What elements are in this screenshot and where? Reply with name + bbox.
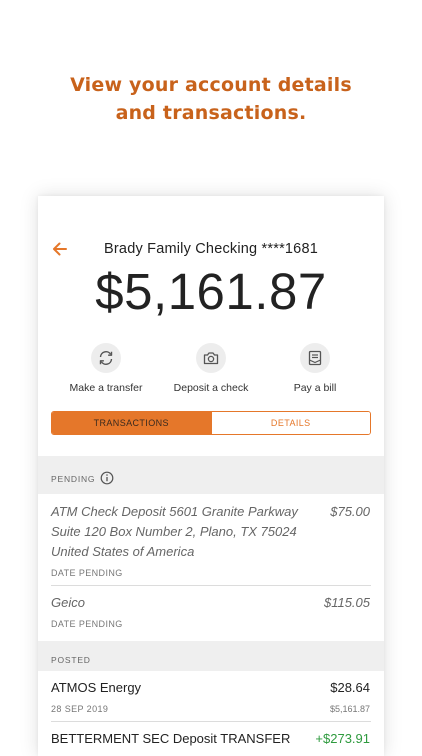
description-line: Geico (51, 595, 85, 610)
pay-bill-label: Pay a bill (293, 382, 337, 394)
promo-line-2: and transactions. (115, 102, 307, 124)
transaction-description: BETTERMENT SEC Deposit TRANSFER (51, 731, 291, 746)
transaction-row[interactable]: ATMOS Energy $28.64 28 SEP 2019 $5,161.8… (51, 678, 370, 714)
transaction-description: ATMOS Energy (51, 680, 142, 695)
transaction-description: ATM Check Deposit 5601 Granite Parkway S… (51, 502, 313, 562)
view-toggle: TRANSACTIONS DETAILS (51, 411, 371, 435)
transfer-circle (91, 343, 121, 373)
pay-bill-circle (300, 343, 330, 373)
tab-details[interactable]: DETAILS (210, 412, 370, 434)
account-screen: Brady Family Checking ****1681 $5,161.87… (38, 196, 384, 756)
posted-section-header: POSTED (38, 641, 384, 671)
posted-header-label: POSTED (51, 655, 91, 665)
transaction-date: 28 SEP 2019 (51, 704, 109, 714)
deposit-check-button[interactable]: Deposit a check (153, 343, 269, 394)
make-transfer-label: Make a transfer (69, 382, 143, 394)
row-divider (51, 585, 371, 586)
transaction-status: DATE PENDING (51, 568, 123, 578)
camera-icon (203, 352, 219, 365)
account-balance: $5,161.87 (95, 263, 327, 320)
transaction-row[interactable]: BETTERMENT SEC Deposit TRANSFER +$273.91 (51, 729, 370, 749)
promo-headline: View your account details and transactio… (0, 71, 422, 127)
description-line: United States of America (51, 544, 195, 559)
promo-line-1: View your account details (70, 74, 352, 96)
transaction-amount: $28.64 (330, 680, 370, 695)
row-divider (51, 721, 371, 722)
pending-header-label: PENDING (51, 474, 96, 484)
description-line: Suite 120 Box Number 2, Plano, TX 75024 (51, 524, 297, 539)
info-icon[interactable] (100, 471, 114, 485)
transaction-amount: $115.05 (323, 595, 370, 610)
quick-actions: Make a transfer Deposit a check Pay a bi… (38, 343, 384, 394)
transaction-status: DATE PENDING (51, 619, 123, 629)
running-balance: $5,161.87 (329, 704, 370, 714)
pending-section-header: PENDING (38, 456, 384, 494)
deposit-check-label: Deposit a check (173, 382, 249, 394)
description-line: ATM Check Deposit 5601 Granite Parkway (51, 504, 298, 519)
refresh-arrows-icon (99, 351, 113, 365)
account-title: Brady Family Checking ****1681 (104, 241, 318, 257)
account-header: Brady Family Checking ****1681 (38, 238, 384, 262)
pay-bill-button[interactable]: Pay a bill (257, 343, 373, 394)
tab-transactions[interactable]: TRANSACTIONS (52, 412, 211, 434)
deposit-circle (196, 343, 226, 373)
transaction-description: Geico (51, 593, 313, 613)
bill-icon (308, 350, 322, 366)
transaction-amount: +$273.91 (315, 731, 370, 746)
transaction-amount: $75.00 (330, 504, 370, 519)
transaction-row[interactable]: Geico $115.05 DATE PENDING (51, 593, 370, 629)
make-transfer-button[interactable]: Make a transfer (48, 343, 164, 394)
transaction-row[interactable]: ATM Check Deposit 5601 Granite Parkway S… (51, 502, 370, 578)
